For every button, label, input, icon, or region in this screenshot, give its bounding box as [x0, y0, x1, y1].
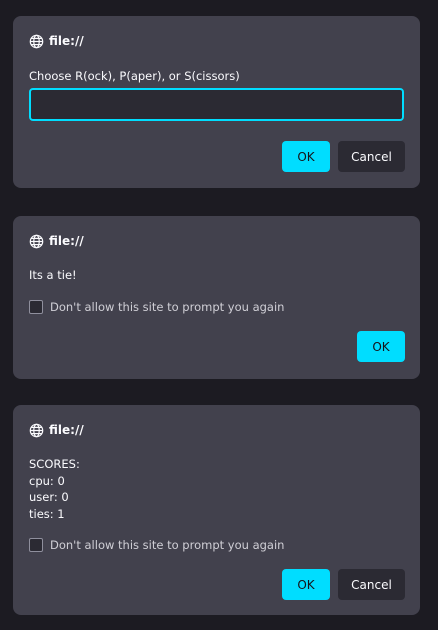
ok-button[interactable]: OK [282, 569, 330, 600]
scores-heading: SCORES: [29, 457, 80, 471]
dont-allow-checkbox[interactable] [29, 300, 43, 314]
prompt-input[interactable] [29, 88, 404, 121]
dont-allow-label[interactable]: Don't allow this site to prompt you agai… [50, 300, 284, 314]
globe-icon [29, 423, 44, 438]
globe-icon [29, 34, 44, 49]
dont-allow-checkbox-row[interactable]: Don't allow this site to prompt you agai… [29, 538, 284, 552]
ok-button[interactable]: OK [357, 331, 405, 362]
score-user: user: 0 [29, 490, 69, 504]
dont-allow-checkbox-row[interactable]: Don't allow this site to prompt you agai… [29, 300, 284, 314]
scores-dialog: file:// SCORES: cpu: 0 user: 0 ties: 1 D… [13, 405, 420, 615]
dialog-origin: file:// [29, 233, 84, 249]
prompt-dialog: file:// Choose R(ock), P(aper), or S(cis… [13, 16, 420, 188]
cancel-button[interactable]: Cancel [338, 141, 405, 172]
cancel-button[interactable]: Cancel [338, 569, 405, 600]
score-cpu: cpu: 0 [29, 474, 65, 488]
origin-label: file:// [49, 234, 84, 248]
dont-allow-label[interactable]: Don't allow this site to prompt you agai… [50, 538, 284, 552]
globe-icon [29, 234, 44, 249]
ok-button[interactable]: OK [282, 141, 330, 172]
origin-label: file:// [49, 34, 84, 48]
origin-label: file:// [49, 423, 84, 437]
score-ties: ties: 1 [29, 507, 65, 521]
prompt-message: Choose R(ock), P(aper), or S(cissors) [29, 69, 240, 83]
alert-dialog: file:// Its a tie! Don't allow this site… [13, 216, 420, 379]
dialog-origin: file:// [29, 33, 84, 49]
dont-allow-checkbox[interactable] [29, 538, 43, 552]
alert-message: Its a tie! [29, 268, 77, 282]
dialog-origin: file:// [29, 422, 84, 438]
